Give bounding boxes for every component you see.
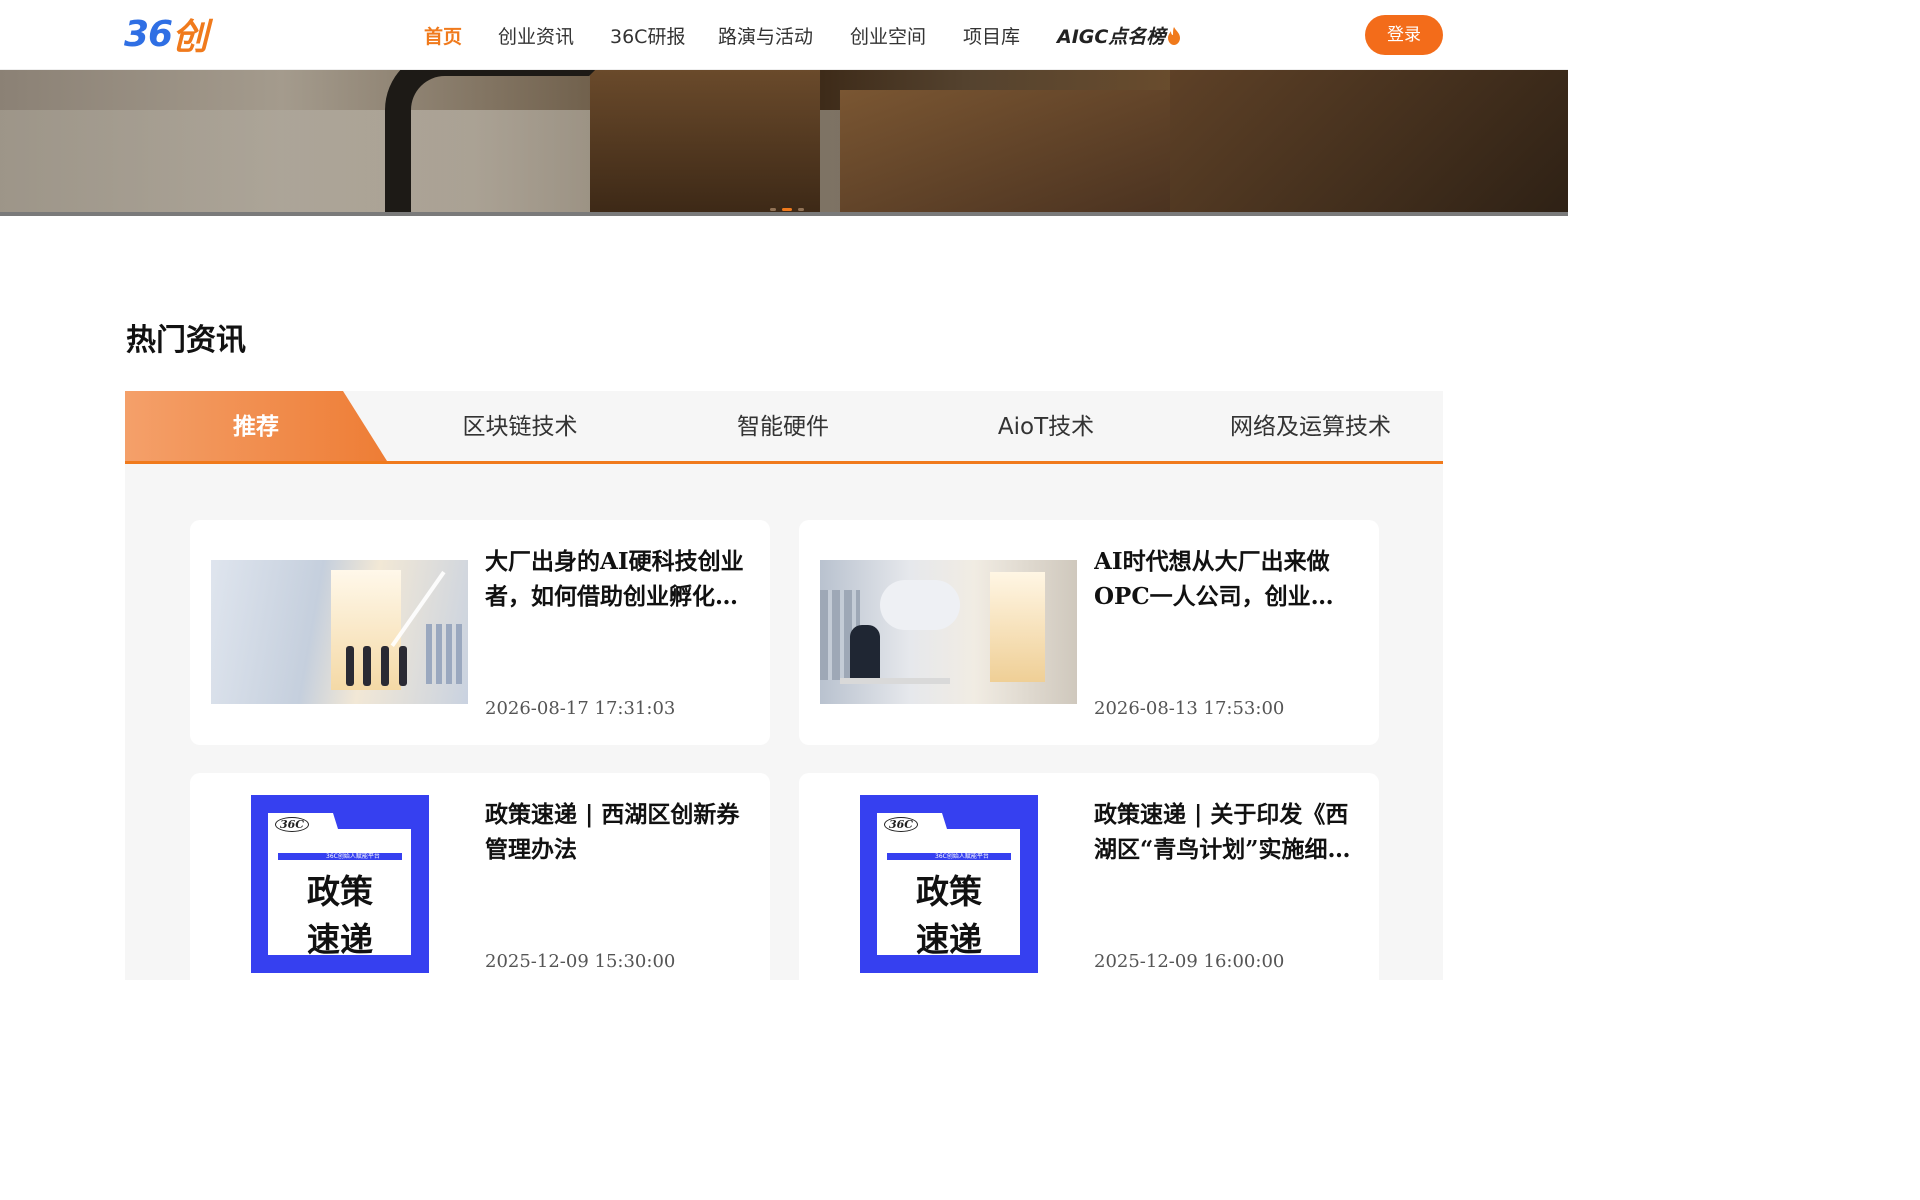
tab-recommended[interactable]: 推荐	[125, 391, 387, 461]
nav-aigc-label: AIGC点名榜	[1057, 26, 1166, 48]
article-date: 2025-12-09 16:00:00	[1094, 951, 1285, 972]
category-tabs: 推荐 区块链技术 智能硬件 AioT技术 网络及运算技术	[125, 391, 1443, 464]
banner-dot[interactable]	[770, 208, 776, 211]
tab-network-computing[interactable]: 网络及运算技术	[1178, 391, 1443, 461]
thumbnail-illustration	[820, 560, 1077, 704]
tab-blockchain[interactable]: 区块链技术	[389, 391, 651, 461]
fire-icon	[1168, 27, 1181, 45]
illustration-person	[346, 646, 354, 686]
article-title[interactable]: 政策速递 | 西湖区创新券管理办法	[485, 797, 747, 867]
article-grid: 大厂出身的AI硬科技创业者，如何借助创业孵化器实现从0到1的突破 2026-08…	[125, 464, 1443, 998]
hero-banner[interactable]	[0, 70, 1568, 216]
nav-item-home[interactable]: 首页	[424, 22, 462, 49]
article-title[interactable]: 政策速递 | 关于印发《西湖区“青鸟计划”实施细则》的通知	[1094, 797, 1356, 867]
nav-item-aigc-ranking[interactable]: AIGC点名榜	[1057, 22, 1181, 49]
policy-seal: 36C	[275, 817, 310, 832]
illustration-door	[990, 572, 1045, 682]
policy-line-2: 速递	[916, 920, 982, 959]
banner-bottom-bar	[0, 212, 1568, 216]
policy-strip-text: 36C创始人赋能平台	[326, 853, 380, 860]
nav-item-startup-space[interactable]: 创业空间	[850, 22, 926, 49]
tab-smart-hardware[interactable]: 智能硬件	[652, 391, 914, 461]
banner-chair	[385, 70, 615, 216]
banner-dot[interactable]	[798, 208, 804, 211]
policy-poster: 36C 36C创始人赋能平台 政策 速递	[251, 795, 429, 973]
article-thumbnail[interactable]: 36C 36C创始人赋能平台 政策 速递	[820, 795, 1077, 975]
policy-strip-text: 36C创始人赋能平台	[935, 853, 989, 860]
banner-desk	[1170, 70, 1568, 216]
illustration-person	[399, 646, 407, 686]
illustration-desk	[840, 678, 950, 684]
section-title: 热门资讯	[126, 323, 246, 358]
illustration-person	[363, 646, 371, 686]
article-date: 2026-08-17 17:31:03	[485, 698, 676, 719]
article-thumbnail[interactable]	[211, 560, 468, 704]
policy-line-2: 速递	[307, 920, 373, 959]
nav-item-startup-news[interactable]: 创业资讯	[498, 22, 574, 49]
thumbnail-illustration: 36C 36C创始人赋能平台 政策 速递	[211, 795, 468, 975]
illustration-person	[850, 625, 880, 680]
policy-line-1: 政策	[307, 872, 373, 911]
article-date: 2026-08-13 17:53:00	[1094, 698, 1285, 719]
banner-dot-active[interactable]	[782, 208, 792, 211]
thumbnail-illustration	[211, 560, 468, 704]
article-thumbnail[interactable]	[820, 560, 1077, 704]
illustration-cloud	[880, 580, 960, 630]
article-date: 2025-12-09 15:30:00	[485, 951, 676, 972]
banner-pagination	[770, 208, 804, 211]
article-card[interactable]: 36C 36C创始人赋能平台 政策 速递 政策速递 | 关于印发《西湖区“青鸟计…	[799, 773, 1379, 998]
article-title[interactable]: 大厂出身的AI硬科技创业者，如何借助创业孵化器实现从0到1的突破	[485, 544, 747, 614]
site-header: 36 创 首页 创业资讯 36C研报 路演与活动 创业空间 项目库 AIGC点名榜…	[0, 0, 1568, 70]
article-card[interactable]: 大厂出身的AI硬科技创业者，如何借助创业孵化器实现从0到1的突破 2026-08…	[190, 520, 770, 745]
tab-aiot[interactable]: AioT技术	[915, 391, 1177, 461]
banner-desk	[590, 70, 820, 216]
banner-desk	[840, 90, 1170, 216]
thumbnail-illustration: 36C 36C创始人赋能平台 政策 速递	[820, 795, 1077, 975]
policy-poster: 36C 36C创始人赋能平台 政策 速递	[860, 795, 1038, 973]
nav-item-project-library[interactable]: 项目库	[963, 22, 1020, 49]
article-card[interactable]: AI时代想从大厂出来做OPC一人公司，创业者需要做好哪些准备 2026-08-1…	[799, 520, 1379, 745]
policy-line-1: 政策	[916, 872, 982, 911]
article-thumbnail[interactable]: 36C 36C创始人赋能平台 政策 速递	[211, 795, 468, 975]
illustration-person	[381, 646, 389, 686]
article-card[interactable]: 36C 36C创始人赋能平台 政策 速递 政策速递 | 西湖区创新券管理办法 2…	[190, 773, 770, 998]
policy-seal: 36C	[884, 817, 919, 832]
nav-item-roadshow-events[interactable]: 路演与活动	[718, 22, 813, 49]
nav-item-36c-research[interactable]: 36C研报	[610, 22, 685, 49]
main-nav: 首页 创业资讯 36C研报 路演与活动 创业空间 项目库 AIGC点名榜	[0, 0, 1568, 70]
login-button[interactable]: 登录	[1365, 15, 1443, 55]
article-title[interactable]: AI时代想从大厂出来做OPC一人公司，创业者需要做好哪些准备	[1094, 544, 1356, 614]
